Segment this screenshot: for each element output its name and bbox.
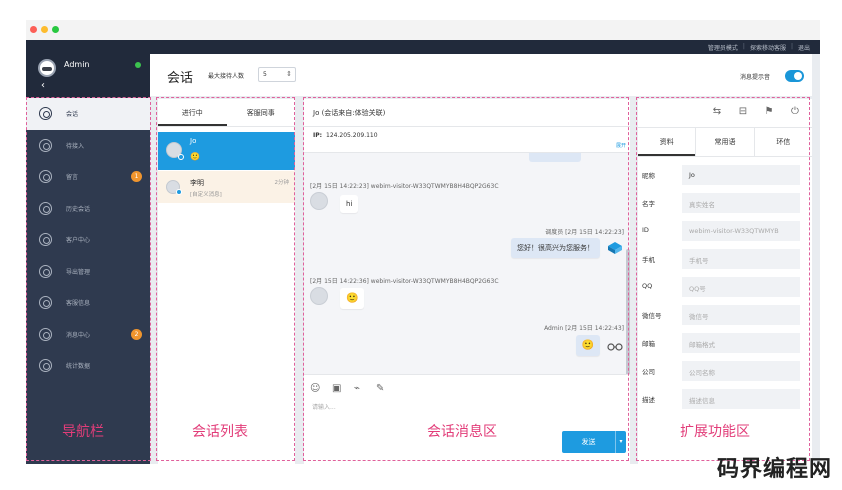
separator: | — [742, 43, 745, 50]
list-annotation-box — [156, 97, 295, 461]
list-annotation-label: 会话列表 — [192, 424, 248, 440]
window-titlebar — [26, 20, 820, 40]
watermark: 码界编程网 — [716, 457, 832, 482]
page-title: 会话 — [167, 71, 194, 86]
extension-annotation-label: 扩展功能区 — [680, 424, 750, 440]
page-header: 会话 最大接待人数 5 ⇕ 消息提示音 — [150, 54, 812, 96]
admin-mode-link[interactable]: 管理员模式 — [708, 43, 738, 52]
chevron-left-icon[interactable]: ‹ — [41, 80, 45, 91]
maximize-window-button[interactable] — [52, 26, 59, 33]
nav-annotation-label: 导航栏 — [62, 424, 104, 440]
messages-annotation-label: 会话消息区 — [427, 424, 497, 440]
logout-link[interactable]: 退出 — [798, 43, 810, 52]
max-agents-label: 最大接待人数 — [208, 73, 245, 80]
online-status-dot — [135, 62, 141, 68]
sound-toggle[interactable] — [785, 70, 804, 82]
minimize-window-button[interactable] — [41, 26, 48, 33]
max-agents-value: 5 — [263, 71, 267, 78]
separator: | — [790, 43, 793, 50]
extension-annotation-box — [636, 97, 810, 461]
top-links: 管理员模式 | 探索移动客服 | 退出 — [708, 43, 810, 52]
max-agents-select[interactable]: 5 ⇕ — [258, 67, 296, 82]
top-bar: 管理员模式 | 探索移动客服 | 退出 — [26, 40, 820, 54]
user-panel: Admin ‹ — [26, 54, 150, 98]
username: Admin — [64, 60, 90, 69]
mobile-service-link[interactable]: 探索移动客服 — [750, 43, 786, 52]
chevron-updown-icon: ⇕ — [286, 70, 292, 78]
nav-annotation-box — [26, 97, 151, 461]
messages-annotation-box — [303, 97, 629, 461]
sound-toggle-label: 消息提示音 — [740, 74, 771, 81]
close-window-button[interactable] — [30, 26, 37, 33]
avatar[interactable] — [38, 59, 56, 77]
